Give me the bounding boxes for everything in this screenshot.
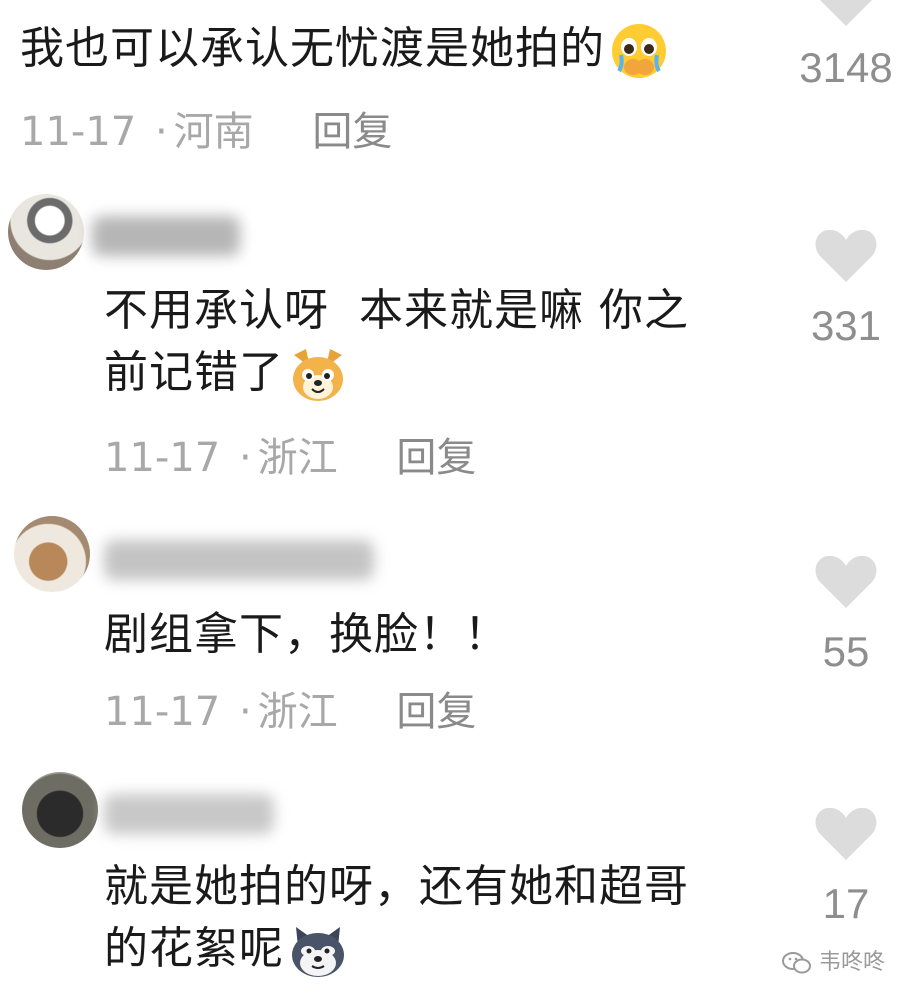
comment-line-wrap: 的花絮呢 <box>104 918 689 981</box>
meta-dot: · <box>154 109 168 155</box>
like-heart-icon[interactable] <box>814 554 878 614</box>
avatar[interactable] <box>22 772 98 848</box>
comment-text: 就是她拍的呀，还有她和超哥 的花絮呢 <box>104 856 689 981</box>
comment-date: 11-17 <box>20 109 137 155</box>
comment-text: 不用承认呀 本来就是嘛 你之 前记错了 <box>104 280 689 405</box>
meta-dot: · <box>238 689 252 735</box>
comment-location: 浙江 <box>257 435 338 481</box>
avatar[interactable] <box>8 194 84 270</box>
like-count: 3148 <box>799 44 893 91</box>
comment-meta: 11-17 · 河南 回复 <box>20 108 392 156</box>
avatar[interactable] <box>14 516 90 592</box>
comment-date: 11-17 <box>104 689 221 735</box>
comment-meta: 11-17 · 浙江 回复 <box>104 434 476 482</box>
like-count: 17 <box>822 880 870 927</box>
reply-button[interactable]: 回复 <box>396 435 476 481</box>
like-heart-icon[interactable] <box>814 806 878 866</box>
comment-line: 前记错了 <box>104 347 284 398</box>
wechat-icon <box>782 952 811 974</box>
comment-line: 就是她拍的呀，还有她和超哥 <box>104 861 689 912</box>
comment-line-wrap: 前记错了 <box>104 342 689 405</box>
reply-button[interactable]: 回复 <box>396 689 476 735</box>
username-blurred[interactable] <box>104 794 274 834</box>
comment-text: 剧组拿下，换脸！！ <box>104 609 509 660</box>
comment-location: 河南 <box>173 109 254 155</box>
comment-meta: 11-17 · 浙江 回复 <box>104 688 476 736</box>
like-heart-icon[interactable] <box>814 0 878 32</box>
comment-body: 我也可以承认无忧渡是她拍的 <box>20 23 605 74</box>
crying-hands-emoji <box>612 24 666 78</box>
comment-date: 11-17 <box>104 435 221 481</box>
reply-button[interactable]: 回复 <box>312 109 392 155</box>
dog-face-emoji <box>293 349 343 401</box>
watermark-text: 韦咚咚 <box>819 950 886 975</box>
husky-face-emoji <box>292 927 344 977</box>
username-blurred[interactable] <box>92 216 240 256</box>
watermark: 韦咚咚 <box>782 944 885 976</box>
meta-dot: · <box>238 435 252 481</box>
comment-line: 的花絮呢 <box>104 923 284 974</box>
like-count: 331 <box>810 302 882 349</box>
like-count: 55 <box>822 628 870 675</box>
like-heart-icon[interactable] <box>814 228 878 288</box>
comment-location: 浙江 <box>257 689 338 735</box>
username-blurred[interactable] <box>104 540 374 580</box>
comment-text: 我也可以承认无忧渡是她拍的 <box>20 18 669 81</box>
comment-line: 不用承认呀 本来就是嘛 你之 <box>104 285 689 336</box>
